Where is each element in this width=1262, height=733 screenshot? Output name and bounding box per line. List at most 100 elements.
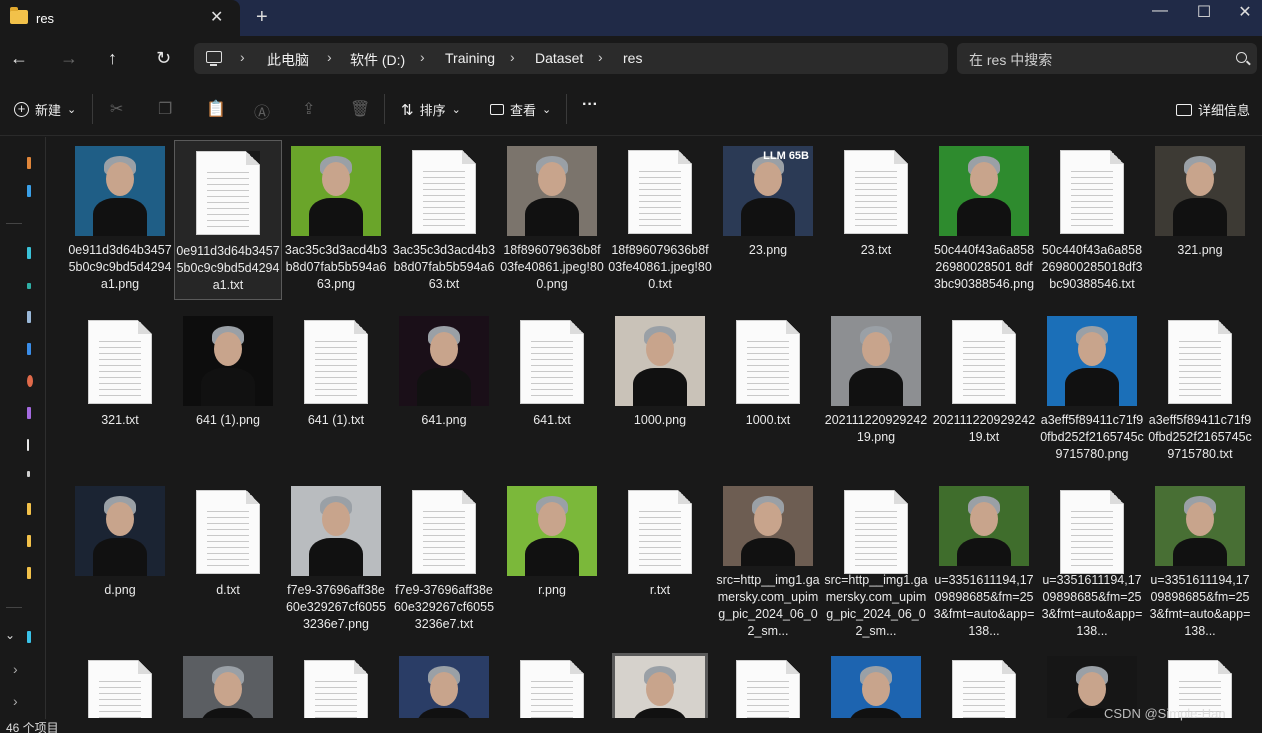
breadcrumb-training[interactable]: Training xyxy=(445,50,495,66)
text-file-item[interactable]: 3ac35c3d3acd4b3b8d07fab5b594a663.txt xyxy=(390,140,498,300)
quick-access-icon[interactable] xyxy=(27,157,31,169)
downloads-icon[interactable] xyxy=(27,247,31,259)
file-name: 20211122092924219.txt xyxy=(932,413,1036,444)
copy-icon[interactable]: ❐ xyxy=(158,99,172,119)
cut-icon[interactable]: ✂ xyxy=(110,99,123,119)
person-figure xyxy=(939,486,1029,566)
image-file-item[interactable]: r.png xyxy=(498,480,606,640)
folder-icon[interactable] xyxy=(27,503,31,515)
file-name: 3ac35c3d3acd4b3b8d07fab5b594a663.txt xyxy=(392,243,496,291)
image-file-item[interactable]: 641.png xyxy=(390,310,498,470)
text-file-item[interactable]: 23.txt xyxy=(822,140,930,300)
chevron-right-icon[interactable]: › xyxy=(13,661,18,677)
image-file-item[interactable]: u=3351611194,1709898685&fm=253&fmt=auto&… xyxy=(1146,480,1254,640)
more-options-button[interactable]: ··· xyxy=(582,96,598,114)
text-file-item[interactable]: 0e911d3d64b34575b0c9c9bd5d4294a1.txt xyxy=(174,140,282,300)
breadcrumb-this-pc[interactable]: 此电脑 xyxy=(267,50,309,70)
search-input[interactable]: 在 res 中搜索 xyxy=(957,43,1257,74)
person-figure xyxy=(183,656,273,718)
text-file-item[interactable]: 641 (1).txt xyxy=(282,310,390,470)
text-file-item[interactable]: 50c440f43a6a858269800285018df3bc90388546… xyxy=(1038,140,1146,300)
image-file-item[interactable]: u=3351611194,1709898685&fm=253&fmt=auto&… xyxy=(930,480,1038,640)
image-file-item[interactable]: a3eff5f89411c71f90fbd252f2165745c9715780… xyxy=(1038,310,1146,470)
text-file-item[interactable] xyxy=(714,650,822,718)
maximize-button[interactable]: ☐ xyxy=(1184,2,1224,22)
text-file-item[interactable]: u=3351611194,1709898685&fm=253&fmt=auto&… xyxy=(1038,480,1146,640)
text-file-item[interactable]: d.txt xyxy=(174,480,282,640)
delete-icon[interactable]: 🗑 xyxy=(350,99,370,119)
person-figure xyxy=(831,656,921,718)
music-icon[interactable] xyxy=(27,283,31,289)
image-file-item[interactable]: 3ac35c3d3acd4b3b8d07fab5b594a663.png xyxy=(282,140,390,300)
folder-icon[interactable] xyxy=(27,535,31,547)
videos-icon[interactable] xyxy=(27,375,33,387)
image-file-item[interactable]: 641 (1).png xyxy=(174,310,282,470)
pin-icon[interactable] xyxy=(27,439,29,451)
library-icon[interactable] xyxy=(27,407,31,419)
person-figure xyxy=(1047,316,1137,406)
image-file-item[interactable]: 1000.png xyxy=(606,310,714,470)
refresh-button[interactable]: ↻ xyxy=(156,48,171,69)
file-name: 321.png xyxy=(1177,243,1223,257)
tab-res[interactable]: res ✕ xyxy=(0,0,240,36)
documents-icon[interactable] xyxy=(27,311,31,323)
image-file-item[interactable] xyxy=(822,650,930,718)
text-file-item[interactable]: 18f896079636b8f03fe40861.jpeg!800.txt xyxy=(606,140,714,300)
image-file-item[interactable]: LLM 65B 23.png xyxy=(714,140,822,300)
breadcrumb-res[interactable]: res xyxy=(623,50,642,66)
address-bar[interactable]: › 此电脑 › 软件 (D:) › Training › Dataset › r… xyxy=(194,43,948,74)
text-file-item[interactable]: r.txt xyxy=(606,480,714,640)
file-grid[interactable]: 0e911d3d64b34575b0c9c9bd5d4294a1.png 0e91… xyxy=(64,140,1260,718)
new-tab-button[interactable]: + xyxy=(256,6,268,29)
text-file-item[interactable] xyxy=(498,650,606,718)
image-file-item[interactable] xyxy=(606,650,714,718)
text-file-item[interactable]: 641.txt xyxy=(498,310,606,470)
sort-button[interactable]: ⇅ 排序 ⌄ xyxy=(401,100,461,119)
minimize-button[interactable]: — xyxy=(1140,2,1180,20)
up-button[interactable]: ↑ xyxy=(108,48,117,69)
text-file-item[interactable] xyxy=(66,650,174,718)
chevron-down-icon: ⌄ xyxy=(67,104,77,116)
pictures-icon[interactable] xyxy=(27,343,31,355)
item-icon[interactable] xyxy=(27,471,30,477)
desktop-icon[interactable] xyxy=(27,185,31,197)
image-file-item[interactable] xyxy=(390,650,498,718)
breadcrumb-dataset[interactable]: Dataset xyxy=(535,50,583,66)
text-file-item[interactable] xyxy=(930,650,1038,718)
image-file-item[interactable]: src=http__img1.gamersky.com_upimg_pic_20… xyxy=(714,480,822,640)
image-file-item[interactable] xyxy=(174,650,282,718)
text-file-item[interactable]: 20211122092924219.txt xyxy=(930,310,1038,470)
text-file-item[interactable]: f7e9-37696aff38e60e329267cf60553236e7.tx… xyxy=(390,480,498,640)
new-button[interactable]: + 新建 ⌄ xyxy=(14,100,76,119)
text-document-icon xyxy=(399,146,489,236)
this-pc-icon[interactable] xyxy=(27,631,31,643)
text-file-item[interactable]: 321.txt xyxy=(66,310,174,470)
chevron-down-icon[interactable]: ⌄ xyxy=(5,628,15,642)
close-tab-icon[interactable]: ✕ xyxy=(210,7,223,27)
rename-icon[interactable]: Ⓐ xyxy=(254,99,270,123)
close-window-button[interactable]: ✕ xyxy=(1228,2,1262,22)
text-file-item[interactable] xyxy=(282,650,390,718)
image-file-item[interactable]: 18f896079636b8f03fe40861.jpeg!800.png xyxy=(498,140,606,300)
chevron-right-icon[interactable]: › xyxy=(13,693,18,709)
image-file-item[interactable]: 20211122092924219.png xyxy=(822,310,930,470)
search-icon[interactable] xyxy=(1236,52,1247,63)
text-file-item[interactable]: src=http__img1.gamersky.com_upimg_pic_20… xyxy=(822,480,930,640)
back-button[interactable]: ← xyxy=(10,48,28,69)
folder-icon[interactable] xyxy=(27,567,31,579)
image-file-item[interactable]: f7e9-37696aff38e60e329267cf60553236e7.pn… xyxy=(282,480,390,640)
image-file-item[interactable]: 321.png xyxy=(1146,140,1254,300)
paste-icon[interactable]: 📋 xyxy=(206,99,226,119)
forward-button[interactable]: → xyxy=(60,48,78,69)
image-file-item[interactable]: 50c440f43a6a85826980028501 8df3bc9038854… xyxy=(930,140,1038,300)
navigation-pane[interactable]: ⌄ › › xyxy=(0,137,46,719)
text-file-item[interactable]: a3eff5f89411c71f90fbd252f2165745c9715780… xyxy=(1146,310,1254,470)
share-icon[interactable]: ⇪ xyxy=(302,99,315,119)
image-file-item[interactable]: 0e911d3d64b34575b0c9c9bd5d4294a1.png xyxy=(66,140,174,300)
breadcrumb-drive-d[interactable]: 软件 (D:) xyxy=(350,50,405,70)
search-placeholder: 在 res 中搜索 xyxy=(969,52,1053,68)
image-file-item[interactable]: d.png xyxy=(66,480,174,640)
text-file-item[interactable]: 1000.txt xyxy=(714,310,822,470)
view-button[interactable]: 查看 ⌄ xyxy=(490,100,551,119)
details-pane-button[interactable]: 详细信息 xyxy=(1176,100,1250,119)
